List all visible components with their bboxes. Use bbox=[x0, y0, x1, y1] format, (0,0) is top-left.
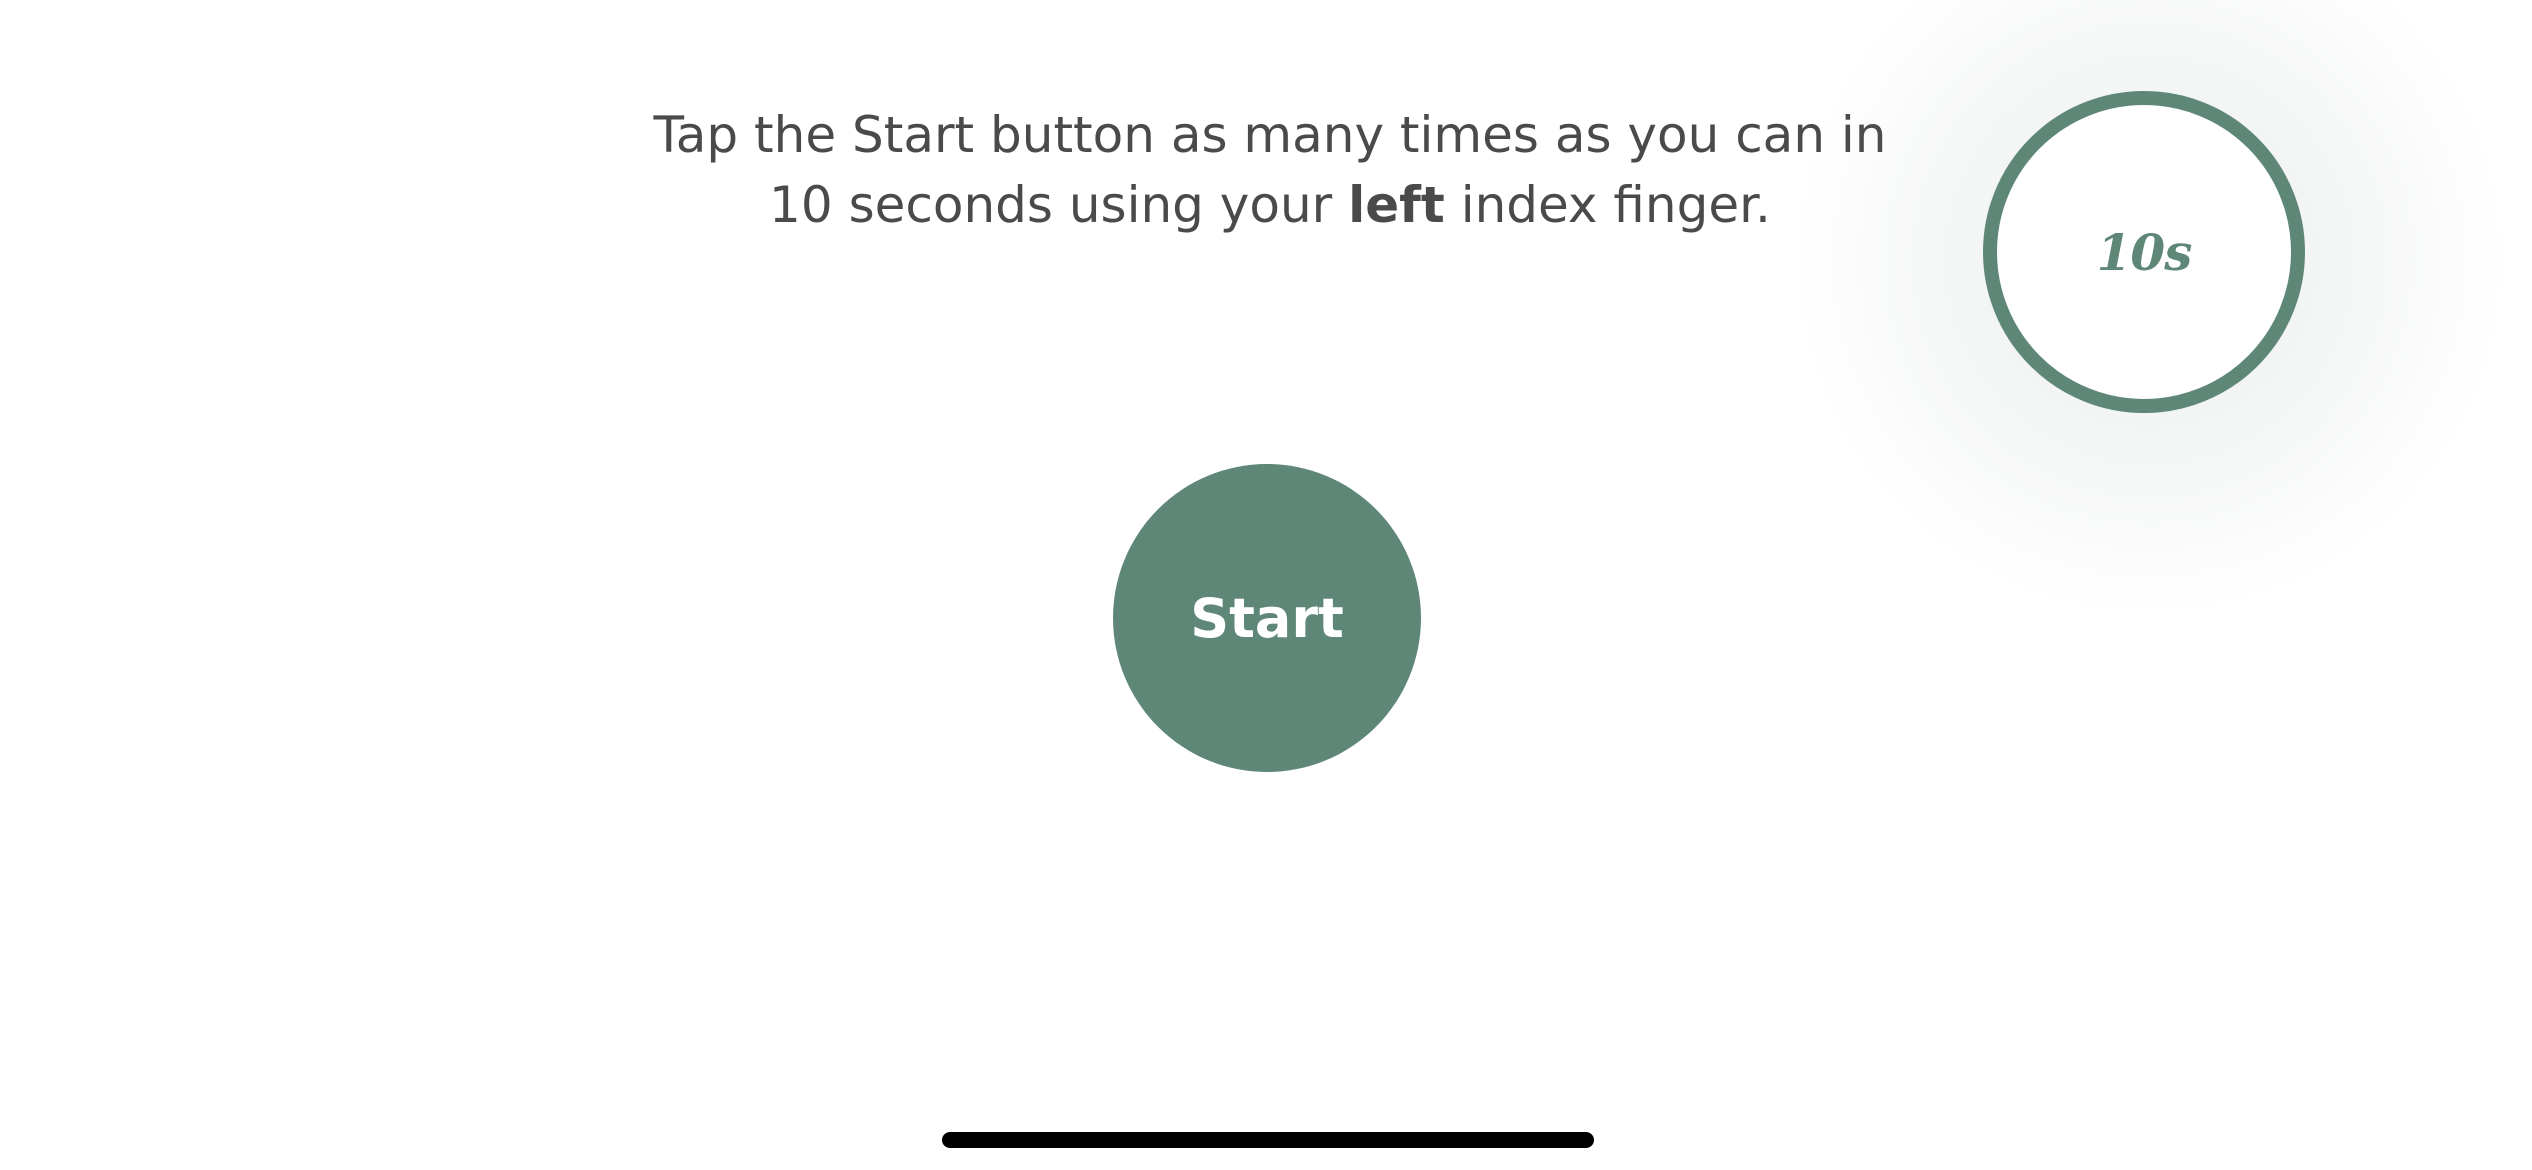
timer-label: 10s bbox=[2096, 222, 2193, 282]
instructions-line-2-start: 10 seconds using your bbox=[769, 176, 1349, 234]
instructions-line-1: Tap the Start button as many times as yo… bbox=[653, 106, 1887, 164]
instructions-line-2-end: index finger. bbox=[1444, 176, 1771, 234]
start-button-label: Start bbox=[1190, 586, 1344, 650]
instructions-text: Tap the Start button as many times as yo… bbox=[560, 100, 1980, 240]
instructions-emphasis-hand: left bbox=[1348, 176, 1445, 234]
start-button[interactable]: Start bbox=[1113, 464, 1421, 772]
home-indicator[interactable] bbox=[942, 1132, 1594, 1148]
tapping-test-screen: Tap the Start button as many times as yo… bbox=[0, 0, 2532, 1170]
countdown-timer: 10s bbox=[1983, 91, 2305, 413]
